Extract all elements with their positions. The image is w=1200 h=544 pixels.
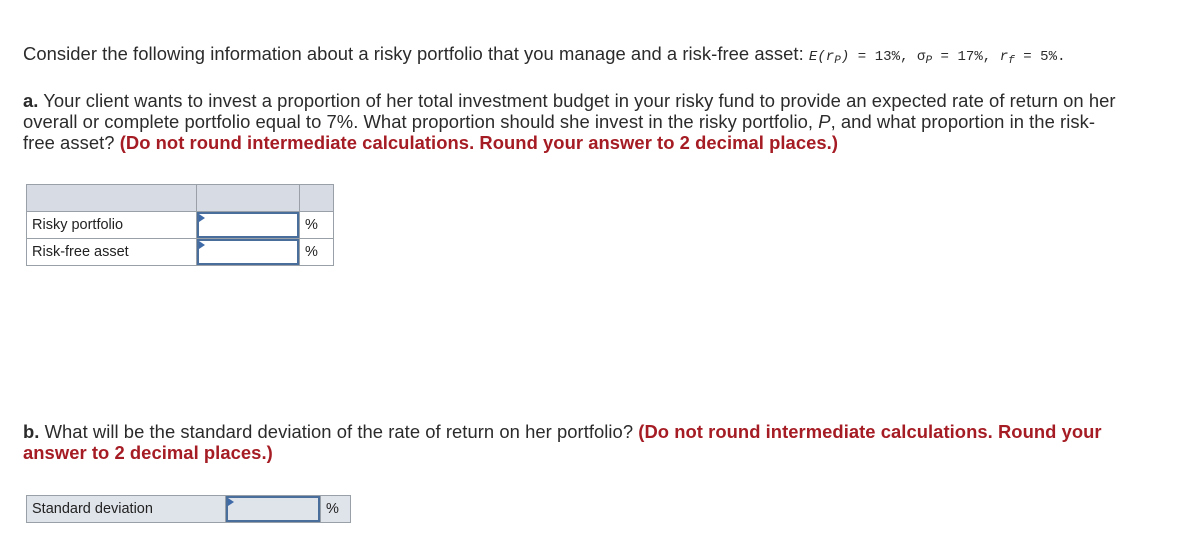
part-b-text-1: What will be the standard deviation of t…	[39, 421, 639, 442]
table-row-risky-portfolio: Risky portfolio %	[26, 211, 334, 239]
risk-free-symbol: r	[999, 49, 1009, 65]
part-b-label: b.	[23, 421, 40, 442]
expected-return-symbol: E(r	[808, 49, 835, 65]
part-a-line-3: free asset? (Do not round intermediate c…	[23, 132, 838, 154]
part-a-answer-table: Risky portfolio % Risk-free asset %	[26, 184, 334, 266]
row-label: Risk-free asset	[26, 238, 197, 266]
table-header-row	[26, 184, 334, 212]
part-a-line-2: overall or complete portfolio equal to 7…	[23, 111, 1095, 133]
part-b-line-2: answer to 2 decimal places.)	[23, 442, 273, 464]
part-b-instruction-1: (Do not round intermediate calculations.…	[638, 421, 1102, 442]
table-row-standard-deviation: Standard deviation %	[26, 495, 351, 523]
part-a-instruction: (Do not round intermediate calculations.…	[119, 132, 839, 153]
table-row-risk-free-asset: Risk-free asset %	[26, 238, 334, 266]
risk-free-value: = 5%.	[1014, 49, 1066, 65]
part-a-text-3: free asset?	[23, 132, 120, 153]
formula: E(rP) = 13%, σP = 17%, rf = 5%.	[808, 49, 1066, 67]
input-flag-icon	[228, 498, 234, 506]
row-label: Risky portfolio	[26, 211, 197, 239]
input-flag-icon	[199, 214, 205, 222]
expected-return-subscript: P	[834, 55, 841, 67]
unit-label: %	[320, 495, 351, 523]
part-b-instruction-2: answer to 2 decimal places.)	[23, 442, 273, 463]
part-a-text-2: overall or complete portfolio equal to 7…	[23, 111, 819, 132]
sigma-value: = 17%,	[932, 49, 1000, 65]
row-label: Standard deviation	[26, 495, 226, 523]
risk-free-subscript: f	[1008, 55, 1015, 67]
part-a-label: a.	[23, 90, 39, 111]
part-a-text-1: Your client wants to invest a proportion…	[38, 90, 1116, 111]
unit-label: %	[299, 211, 334, 239]
unit-label: %	[299, 238, 334, 266]
part-b-line-1: b. What will be the standard deviation o…	[23, 421, 1102, 443]
part-a-text-2b: , and what proportion in the risk-	[830, 111, 1095, 132]
risk-free-asset-input[interactable]	[197, 239, 299, 265]
risky-portfolio-input[interactable]	[197, 212, 299, 238]
intro-text: Consider the following information about…	[23, 43, 809, 64]
portfolio-variable: P	[818, 111, 831, 132]
standard-deviation-input[interactable]	[226, 496, 320, 522]
intro-paragraph: Consider the following information about…	[23, 43, 1066, 72]
part-b-answer-table: Standard deviation %	[26, 495, 351, 523]
part-a-line-1: a. Your client wants to invest a proport…	[23, 90, 1116, 112]
expected-return-value: = 13%,	[849, 49, 917, 65]
input-flag-icon	[199, 241, 205, 249]
